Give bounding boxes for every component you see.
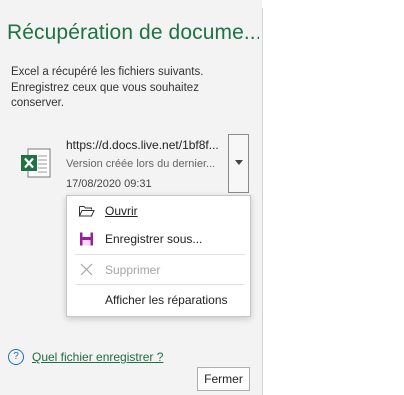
- open-folder-icon: [78, 206, 95, 217]
- close-button[interactable]: Fermer: [197, 367, 250, 391]
- pane-divider: [262, 8, 263, 395]
- menu-item-save-as[interactable]: Enregistrer sous...: [67, 226, 250, 252]
- menu-item-open[interactable]: Ouvrir: [67, 198, 250, 224]
- chevron-down-icon: [235, 160, 243, 165]
- file-date: 17/08/2020 09:31: [66, 178, 152, 190]
- which-file-to-save-link[interactable]: Quel fichier enregistrer ?: [32, 350, 163, 364]
- delete-x-icon: [80, 263, 93, 276]
- menu-item-save-as-label: Enregistrer sous...: [105, 232, 203, 246]
- pane-description: Excel a récupéré les fichiers suivants. …: [11, 66, 204, 109]
- help-link-row[interactable]: ? Quel fichier enregistrer ?: [8, 349, 208, 367]
- file-context-menu: Ouvrir Enregistrer sous... Supprimer Aff…: [66, 195, 251, 317]
- pane-title: Récupération de docume...: [7, 21, 259, 44]
- file-url: https://d.docs.live.net/1bf8f...: [66, 138, 219, 152]
- save-icon: [80, 232, 93, 246]
- menu-item-show-repairs[interactable]: Afficher les réparations: [67, 287, 250, 313]
- file-version: Version créée lors du dernier...: [66, 158, 216, 170]
- menu-separator: [75, 254, 245, 255]
- menu-separator: [75, 284, 245, 285]
- menu-item-open-label: Ouvrir: [105, 204, 138, 218]
- help-circle-icon: ?: [8, 349, 24, 365]
- menu-item-show-repairs-label: Afficher les réparations: [105, 293, 228, 307]
- menu-item-delete-label: Supprimer: [105, 263, 161, 277]
- menu-item-delete[interactable]: Supprimer: [67, 257, 250, 283]
- file-options-dropdown-button[interactable]: [228, 134, 249, 193]
- recovered-file-item[interactable]: https://d.docs.live.net/1bf8f... Version…: [12, 138, 252, 196]
- excel-file-icon: [21, 148, 51, 178]
